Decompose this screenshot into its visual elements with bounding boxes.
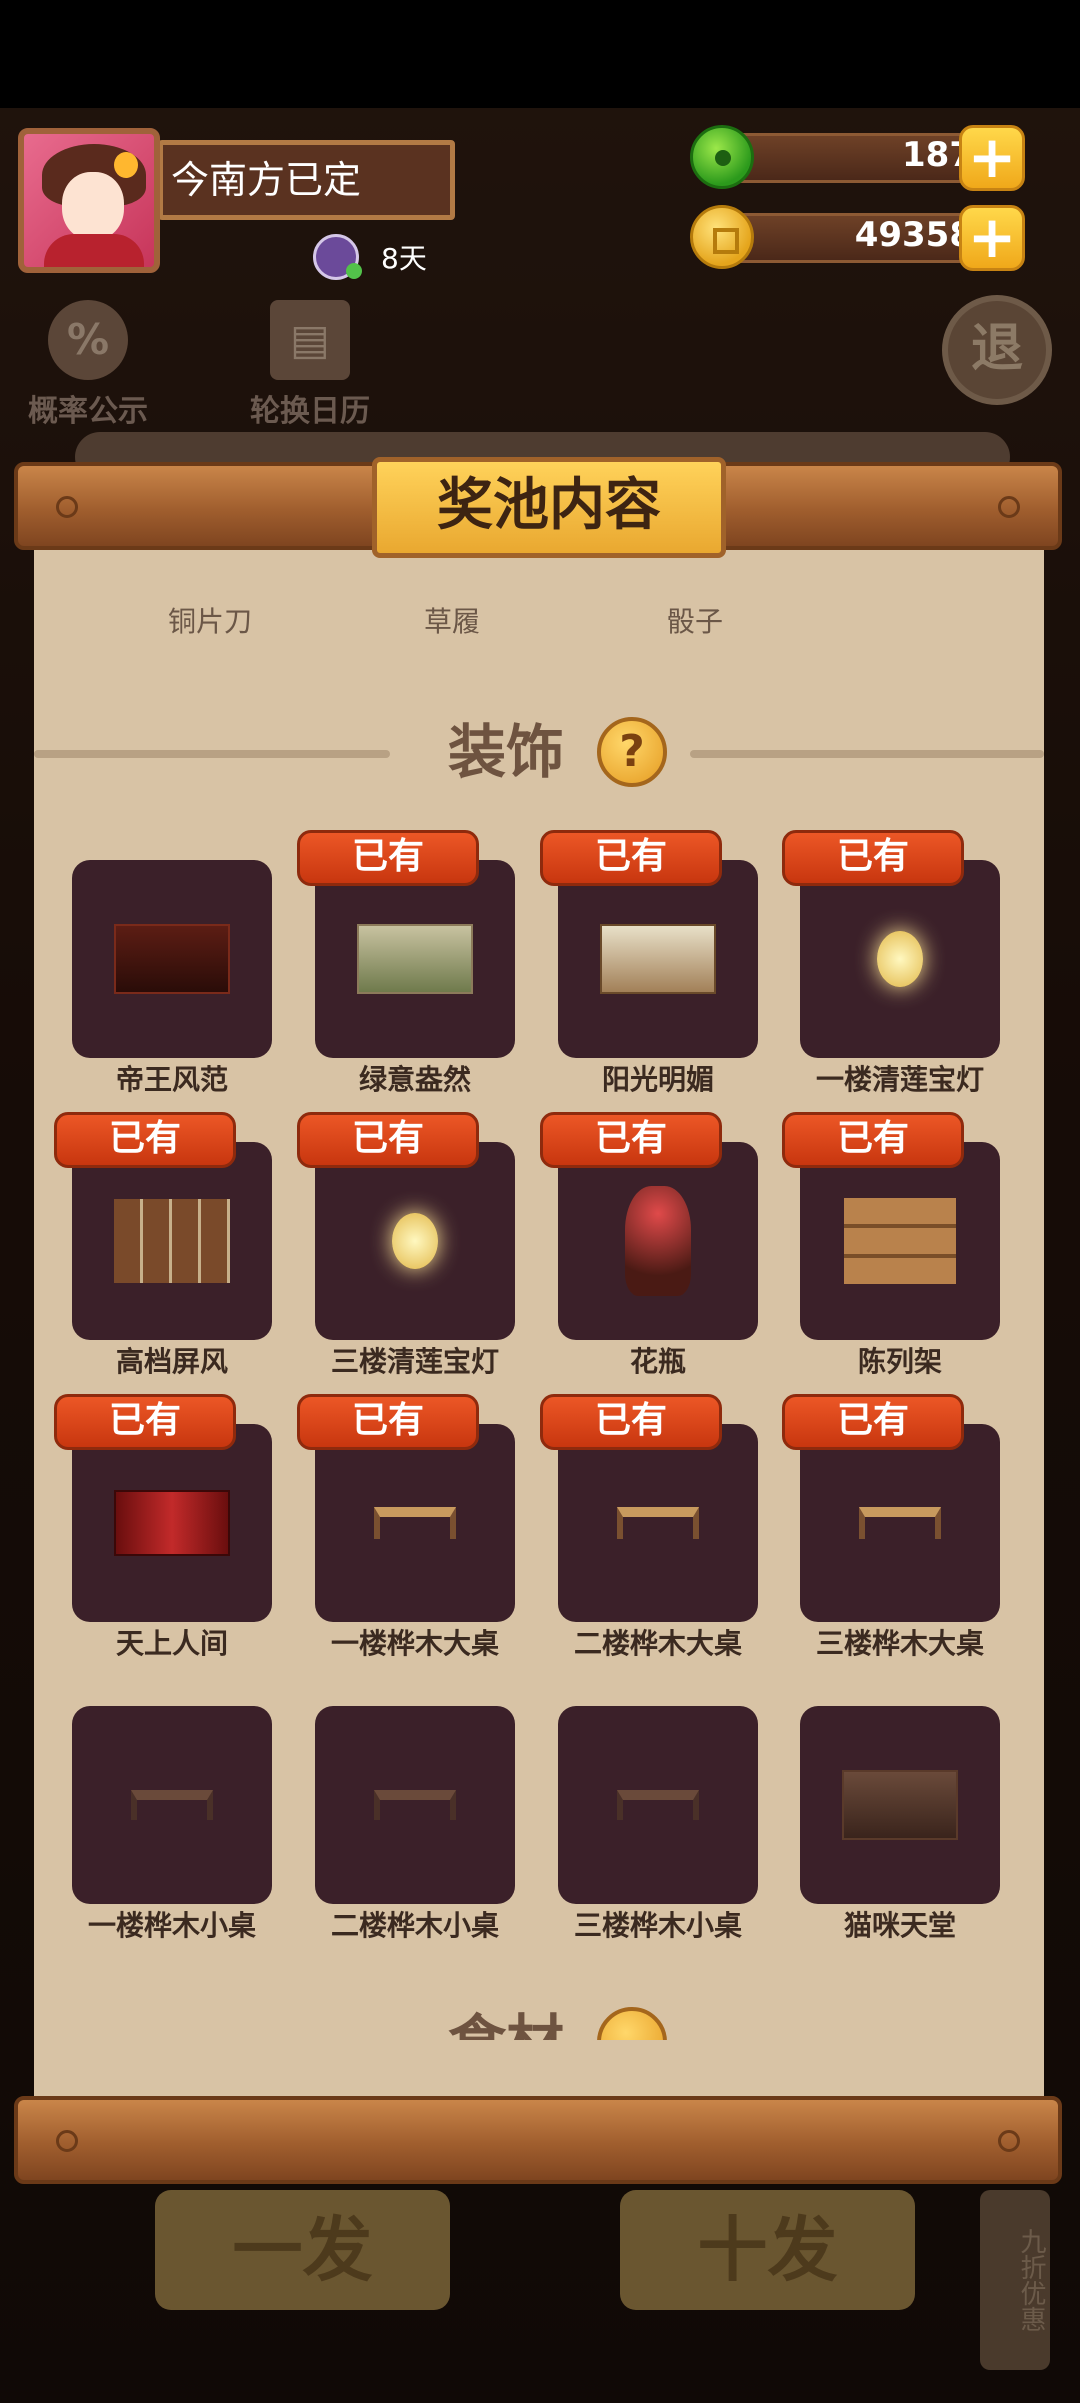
cut-label: 铜片刀	[167, 605, 252, 638]
owned-badge: 已有	[54, 1112, 236, 1168]
item-name: 猫咪天堂	[843, 1909, 956, 1942]
character-mini-icon	[313, 234, 362, 280]
owned-badge: 已有	[297, 1394, 479, 1450]
item-thumbnail	[315, 1706, 515, 1904]
item-thumbnail	[558, 1424, 758, 1622]
item-name: 三楼桦木小桌	[573, 1909, 742, 1942]
item-thumbnail	[72, 1424, 272, 1622]
calendar-button[interactable]: ▤ 轮换日历	[250, 300, 370, 430]
decor-item[interactable]: 猫咪天堂	[800, 1706, 1000, 1946]
decor-item[interactable]: 已有三楼清莲宝灯	[297, 1112, 515, 1382]
jade-currency: 187 +	[690, 125, 1025, 191]
discount-tag: 九折优惠	[980, 2190, 1050, 2370]
exit-button[interactable]: 退	[942, 295, 1052, 405]
item-thumbnail	[800, 1706, 1000, 1904]
probability-label: 概率公示	[28, 394, 148, 429]
single-draw-button[interactable]: 一发	[155, 2190, 450, 2310]
item-thumbnail	[72, 1706, 272, 1904]
decor-item[interactable]: 已有二楼桦木大桌	[540, 1394, 758, 1664]
item-name: 三楼桦木大桌	[815, 1627, 984, 1660]
help-icon[interactable]: ?	[597, 717, 667, 787]
days-indicator: 8天	[313, 234, 427, 280]
owned-badge: 已有	[297, 1112, 479, 1168]
cut-label: 骰子	[666, 605, 723, 638]
item-name: 花瓶	[629, 1345, 686, 1378]
ten-draw-button[interactable]: 十发	[620, 2190, 915, 2310]
decor-item[interactable]: 已有三楼桦木大桌	[782, 1394, 1000, 1664]
add-coin-button[interactable]: +	[959, 205, 1025, 271]
jade-icon	[690, 125, 754, 189]
decor-item[interactable]: 已有阳光明媚	[540, 830, 758, 1100]
owned-badge: 已有	[540, 1394, 722, 1450]
owned-badge: 已有	[782, 830, 964, 886]
add-jade-button[interactable]: +	[959, 125, 1025, 191]
decor-item[interactable]: 已有天上人间	[54, 1394, 272, 1664]
item-name: 一楼桦木小桌	[87, 1909, 256, 1942]
item-thumbnail	[315, 1142, 515, 1340]
item-name: 一楼桦木大桌	[330, 1627, 499, 1660]
decor-item[interactable]: 已有陈列架	[782, 1112, 1000, 1382]
item-name: 绿意盎然	[358, 1063, 471, 1096]
owned-badge: 已有	[782, 1394, 964, 1450]
calendar-label: 轮换日历	[250, 394, 370, 429]
decor-item[interactable]: 已有一楼清莲宝灯	[782, 830, 1000, 1100]
item-thumbnail	[315, 860, 515, 1058]
decor-item[interactable]: 三楼桦木小桌	[558, 1706, 758, 1946]
decor-item[interactable]: 一楼桦木小桌	[72, 1706, 272, 1946]
probability-button[interactable]: % 概率公示	[28, 300, 148, 430]
item-thumbnail	[72, 860, 272, 1058]
item-thumbnail	[315, 1424, 515, 1622]
decor-item[interactable]: 二楼桦木小桌	[315, 1706, 515, 1946]
coin-amount: 49358	[854, 215, 973, 255]
avatar[interactable]	[18, 128, 160, 273]
item-thumbnail	[800, 1424, 1000, 1622]
section-title: 装饰	[447, 718, 564, 786]
decor-item[interactable]: 已有一楼桦木大桌	[297, 1394, 515, 1664]
owned-badge: 已有	[540, 1112, 722, 1168]
item-thumbnail	[72, 1142, 272, 1340]
item-thumbnail	[558, 860, 758, 1058]
coin-icon	[690, 205, 754, 269]
calendar-icon: ▤	[270, 300, 350, 380]
percent-icon: %	[48, 300, 128, 380]
scroll-bottom-rod	[14, 2096, 1062, 2184]
item-name: 高档屏风	[115, 1345, 228, 1378]
item-name: 陈列架	[857, 1345, 942, 1378]
owned-badge: 已有	[297, 830, 479, 886]
item-name: 帝王风范	[115, 1063, 228, 1096]
coin-currency: 49358 +	[690, 205, 1025, 271]
owned-badge: 已有	[540, 830, 722, 886]
item-thumbnail	[800, 1142, 1000, 1340]
days-label: 8天	[381, 242, 427, 275]
decor-item[interactable]: 帝王风范	[72, 860, 272, 1100]
prize-pool-panel[interactable]: 铜片刀 草履 骰子 装饰 ? 帝王风范 已有 绿意盎然 已有 阳光明媚 已有 一楼清莲宝灯已…	[34, 540, 1044, 2100]
cut-label: 草履	[423, 605, 480, 638]
item-name: 天上人间	[115, 1627, 228, 1660]
decor-item[interactable]: 已有花瓶	[540, 1112, 758, 1382]
item-name: 二楼桦木大桌	[573, 1627, 742, 1660]
item-name: 阳光明媚	[601, 1063, 714, 1096]
owned-badge: 已有	[54, 1394, 236, 1450]
player-name: 今南方已定	[158, 140, 455, 220]
decor-item[interactable]: 已有绿意盎然	[297, 830, 515, 1100]
item-thumbnail	[558, 1142, 758, 1340]
section-header-decor: 装饰 ?	[34, 712, 1044, 792]
item-name: 一楼清莲宝灯	[815, 1063, 984, 1096]
item-name: 二楼桦木小桌	[330, 1909, 499, 1942]
item-thumbnail	[558, 1706, 758, 1904]
item-thumbnail	[800, 860, 1000, 1058]
owned-badge: 已有	[782, 1112, 964, 1168]
item-name: 三楼清莲宝灯	[330, 1345, 499, 1378]
decor-item[interactable]: 已有高档屏风	[54, 1112, 272, 1382]
panel-title: 奖池内容	[372, 457, 726, 558]
